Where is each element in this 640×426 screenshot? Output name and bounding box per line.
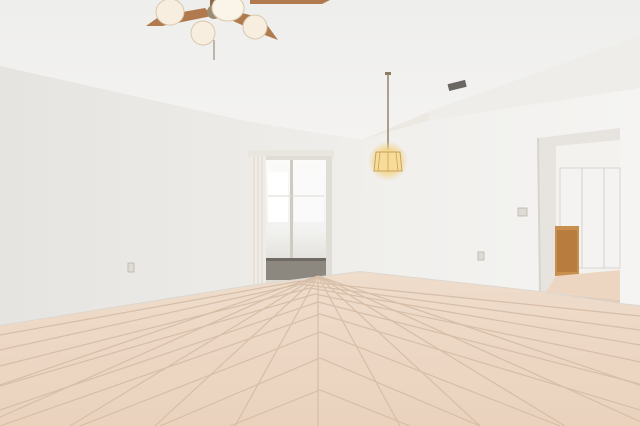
- outlet-right: [477, 251, 485, 261]
- empty-room-photo: [0, 0, 640, 426]
- light-switch: [517, 207, 528, 217]
- doorway-to-kitchen: [537, 128, 621, 304]
- sliding-glass-door: [248, 150, 334, 284]
- room-illustration: [0, 0, 640, 426]
- outlet-left: [127, 262, 135, 273]
